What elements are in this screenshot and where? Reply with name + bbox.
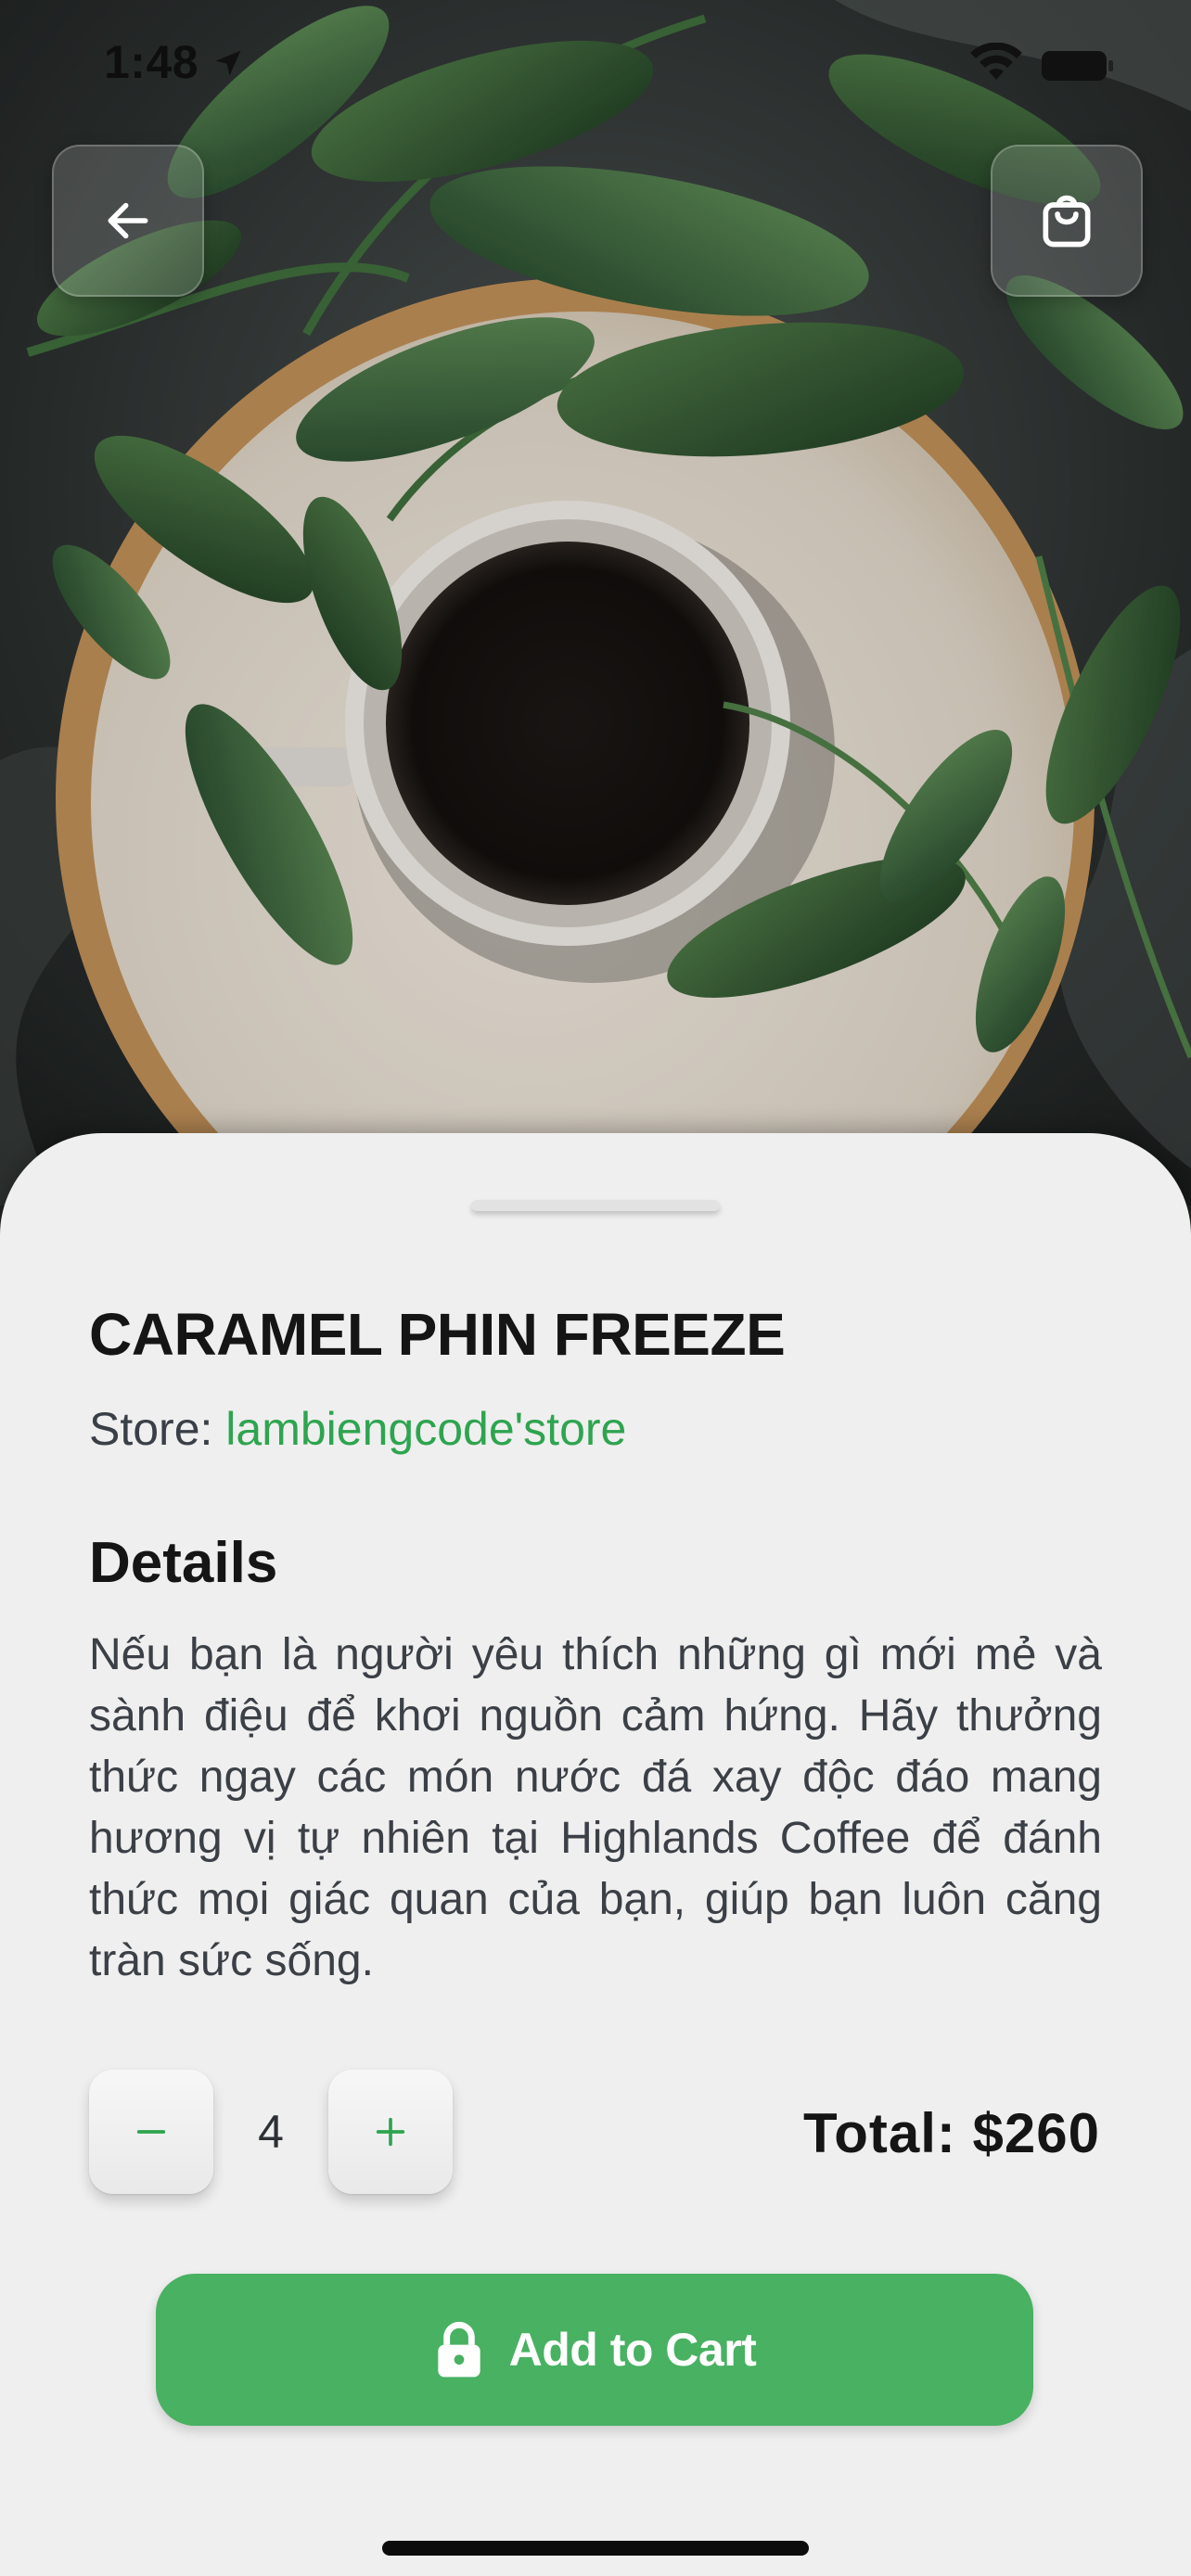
product-detail-screen: 1:48 CARAMEL PHIN FREEZE Store: lambieng…: [0, 0, 1191, 2576]
details-description: Nếu bạn là người yêu thích những gì mới …: [89, 1630, 1102, 1985]
home-indicator[interactable]: [382, 2541, 809, 2556]
back-button[interactable]: [52, 145, 204, 297]
arrow-left-icon: [108, 202, 148, 239]
status-bar: 1:48: [0, 0, 1191, 130]
cart-button[interactable]: [991, 145, 1143, 297]
add-to-cart-button[interactable]: Add to Cart: [156, 2274, 1033, 2426]
store-label: Store:: [89, 1403, 226, 1455]
status-time: 1:48: [104, 36, 199, 88]
increase-quantity-button[interactable]: [328, 2070, 453, 2194]
plus-icon: [376, 2117, 405, 2147]
store-name-link[interactable]: lambiengcode'store: [225, 1403, 626, 1455]
details-heading: Details: [89, 1531, 278, 1595]
product-title: CARAMEL PHIN FREEZE: [89, 1301, 786, 1368]
product-sheet: CARAMEL PHIN FREEZE Store: lambiengcode'…: [0, 1133, 1191, 2576]
decrease-quantity-button[interactable]: [89, 2070, 213, 2194]
store-line: Store: lambiengcode'store: [89, 1402, 626, 1456]
minus-icon: [136, 2130, 166, 2134]
wifi-icon: [970, 43, 1022, 80]
shopping-bag-icon: [1043, 195, 1091, 248]
location-arrow-icon: [215, 50, 241, 76]
quantity-value: 4: [258, 2106, 284, 2158]
lock-icon: [437, 2321, 480, 2378]
add-to-cart-label: Add to Cart: [508, 2324, 757, 2376]
sheet-grabber[interactable]: [471, 1200, 720, 1211]
battery-icon: [1042, 51, 1113, 81]
total-price: Total: $260: [803, 2102, 1100, 2164]
